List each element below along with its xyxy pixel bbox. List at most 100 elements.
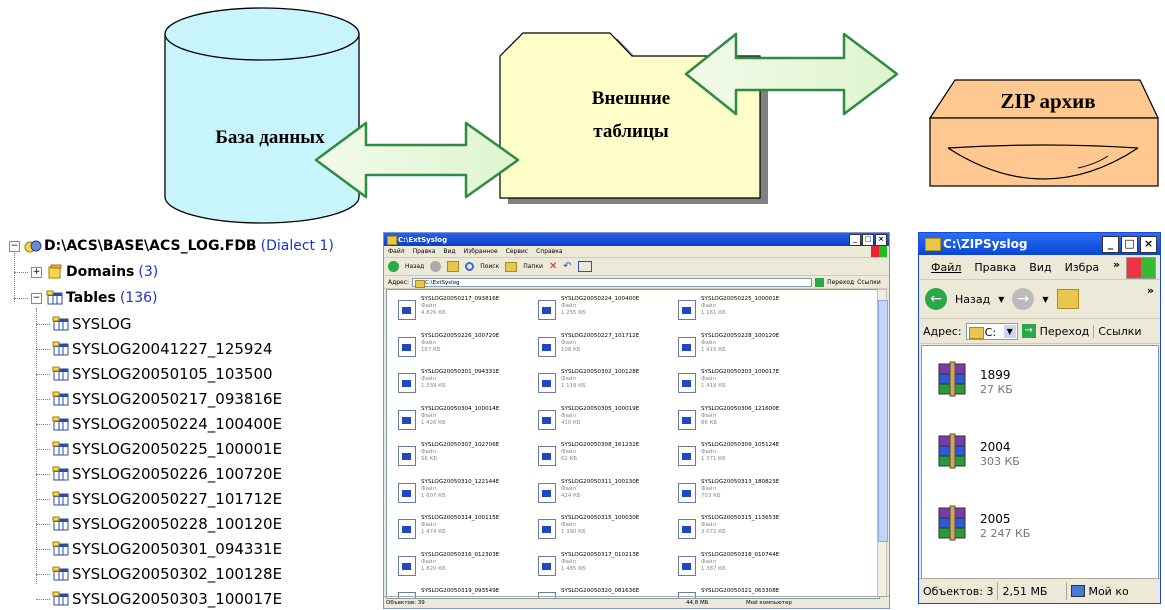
file-icon — [538, 519, 556, 539]
forward-arrow-icon[interactable]: → — [1012, 288, 1035, 310]
dropdown-icon[interactable]: ▼ — [998, 295, 1004, 304]
file-name: SYSLOG20050309_105124E — [701, 442, 780, 448]
menu-edit[interactable]: Правка — [974, 261, 1016, 274]
back-arrow-icon[interactable] — [388, 261, 399, 272]
file-item[interactable]: SYSLOG20050303_100017E Файл 1 419 КБ — [673, 365, 823, 397]
table-item[interactable]: SYSLOG20050225_100001E — [52, 438, 282, 460]
table-item[interactable]: SYSLOG20050105_103500 — [52, 363, 273, 385]
file-item[interactable]: SYSLOG20050316_012303E Файл 1 820 КБ — [393, 548, 543, 580]
expand-icon[interactable]: + — [31, 266, 42, 278]
file-item[interactable]: SYSLOG20050302_100128E Файл 1 119 КБ — [533, 365, 683, 397]
forward-arrow-icon[interactable] — [430, 261, 442, 272]
file-item[interactable]: SYSLOG20050315_113653E Файл 3 072 КБ — [673, 511, 823, 543]
menu-view[interactable]: Вид — [1029, 261, 1051, 274]
go-arrow-icon[interactable] — [815, 277, 825, 287]
file-item[interactable]: SYSLOG20050311_100130E Файл 424 КБ — [533, 475, 683, 507]
menu-edit[interactable]: Правка — [413, 248, 436, 255]
up-folder-icon[interactable] — [447, 261, 460, 272]
file-item[interactable]: SYSLOG20050227_101712E Файл 108 КБ — [533, 329, 683, 361]
go-button[interactable]: Переход — [827, 279, 854, 286]
file-item[interactable]: SYSLOG20050226_100720E Файл 167 КБ — [393, 329, 543, 361]
menu-help[interactable]: Справка — [536, 248, 562, 255]
search-button[interactable]: Поиск — [480, 263, 499, 270]
dropdown-icon[interactable]: ▼ — [1042, 295, 1048, 304]
file-name: SYSLOG20050316_012303E — [421, 551, 500, 558]
table-item[interactable]: SYSLOG20050303_100017E — [52, 588, 282, 610]
collapse-icon[interactable]: − — [9, 240, 20, 252]
links-button[interactable]: Ссылки — [857, 279, 881, 286]
table-item[interactable]: SYSLOG20050224_100400E — [52, 413, 282, 435]
links-button[interactable]: Ссылки — [1093, 324, 1142, 338]
file-item[interactable]: SYSLOG20050228_100120E Файл 1 415 КБ — [673, 329, 823, 361]
file-size: 1 820 КБ — [421, 565, 446, 572]
table-item[interactable]: SYSLOG20050302_100128E — [52, 563, 282, 585]
archive-item[interactable]: 2004 303 КБ — [932, 432, 1132, 482]
file-item[interactable]: SYSLOG20050304_100014E Файл 1 426 КБ — [393, 402, 543, 434]
address-input[interactable]: C:\ExtSyslog — [412, 277, 813, 288]
undo-icon[interactable]: ↶ — [563, 261, 571, 272]
file-item[interactable]: SYSLOG20050308_161232E Файл 62 КБ — [533, 438, 683, 470]
file-item[interactable]: SYSLOG20050310_122144E Файл 1 607 КБ — [393, 475, 543, 507]
tree-tables[interactable]: − Tables (136) — [31, 287, 158, 309]
menu-favorites[interactable]: Избранное — [464, 248, 498, 255]
address-dropdown-icon[interactable]: ▼ — [1003, 324, 1016, 338]
zip-menubar: Файл Правка Вид Избра » — [919, 255, 1160, 280]
file-item[interactable]: SYSLOG20050309_105124E Файл 1 371 КБ — [673, 438, 823, 470]
zip-titlebar[interactable]: C:\ZIPSyslog _ □ × — [919, 233, 1160, 255]
views-icon[interactable] — [577, 261, 592, 272]
file-item[interactable]: SYSLOG20050225_100001E Файл 1 161 КБ — [673, 292, 823, 324]
file-item[interactable]: SYSLOG20050307_102706E Файл 56 КБ — [393, 438, 543, 470]
collapse-icon[interactable]: − — [31, 292, 42, 304]
file-item[interactable]: SYSLOG20050315_100030E Файл 1 390 КБ — [533, 511, 683, 543]
maximize-button[interactable]: □ — [862, 234, 874, 246]
file-item[interactable]: SYSLOG20050305_100019E Файл 410 КБ — [533, 402, 683, 434]
database-server-icon — [24, 240, 42, 253]
file-item[interactable]: SYSLOG20050306_121600E Файл 86 КБ — [673, 402, 823, 434]
scrollbar-thumb[interactable] — [878, 300, 888, 542]
file-item[interactable]: SYSLOG20050301_094331E Файл 1 339 КБ — [393, 365, 543, 397]
minimize-button[interactable]: _ — [1102, 236, 1119, 253]
minimize-button[interactable]: _ — [849, 234, 861, 246]
table-item[interactable]: SYSLOG — [52, 313, 131, 335]
close-button[interactable]: × — [875, 234, 887, 246]
delete-icon[interactable]: ✕ — [549, 261, 557, 272]
toolbar-overflow-icon[interactable]: » — [1147, 284, 1154, 297]
explorer-titlebar[interactable]: C:\ExtSyslog _ □ × — [384, 233, 889, 246]
file-item[interactable]: SYSLOG20050313_180823E Файл 703 КБ — [673, 475, 823, 507]
zip-file-view[interactable]: 1899 27 КБ 2004 303 КБ 2005 2 247 КБ — [921, 345, 1159, 579]
menu-view[interactable]: Вид — [443, 248, 455, 255]
back-arrow-icon[interactable]: ← — [925, 288, 947, 310]
address-input[interactable]: C: ▼ — [965, 322, 1018, 340]
archive-item[interactable]: 2005 2 247 КБ — [932, 504, 1132, 554]
file-item[interactable]: SYSLOG20050224_100400E Файл 1 255 КБ — [533, 292, 683, 324]
menu-tools[interactable]: Сервис — [506, 248, 528, 255]
tree-domains[interactable]: + Domains (3) — [31, 261, 158, 283]
close-button[interactable]: × — [1140, 236, 1157, 253]
go-button[interactable]: Переход — [1040, 325, 1090, 338]
table-icon — [52, 316, 69, 331]
table-item[interactable]: SYSLOG20041227_125924 — [52, 338, 273, 360]
menu-file[interactable]: Файл — [931, 261, 961, 274]
table-item[interactable]: SYSLOG20050301_094331E — [52, 538, 282, 560]
menu-overflow-icon[interactable]: » — [1113, 258, 1120, 271]
file-item[interactable]: SYSLOG20050317_010213E Файл 1 485 КБ — [533, 548, 683, 580]
tree-root[interactable]: − D:\ACS\BASE\ACS_LOG.FDB (Dialect 1) — [9, 235, 334, 257]
file-item[interactable]: SYSLOG20050318_010744E Файл 1 387 КБ — [673, 548, 823, 580]
menu-favorites[interactable]: Избра — [1065, 261, 1100, 274]
archive-item[interactable]: 1899 27 КБ — [932, 360, 1132, 410]
explorer-file-view[interactable]: SYSLOG20050217_093816E Файл 4 826 КБ SYSLOG… — [386, 289, 880, 599]
folders-button[interactable]: Папки — [523, 263, 543, 270]
back-button[interactable]: Назад — [405, 263, 424, 270]
file-item[interactable]: SYSLOG20050217_093816E Файл 4 826 КБ — [393, 292, 543, 324]
maximize-button[interactable]: □ — [1121, 236, 1138, 253]
explorer-scrollbar[interactable] — [877, 289, 888, 597]
table-item[interactable]: SYSLOG20050228_100120E — [52, 513, 282, 535]
back-button[interactable]: Назад — [955, 293, 990, 306]
file-item[interactable]: SYSLOG20050314_100115E Файл 1 474 КБ — [393, 511, 543, 543]
table-item[interactable]: SYSLOG20050217_093816E — [52, 388, 282, 410]
go-arrow-icon[interactable]: → — [1021, 324, 1036, 338]
menu-file[interactable]: Файл — [388, 248, 405, 255]
table-item[interactable]: SYSLOG20050226_100720E — [52, 463, 282, 485]
up-folder-icon[interactable] — [1056, 289, 1079, 309]
table-item[interactable]: SYSLOG20050227_101712E — [52, 488, 282, 510]
